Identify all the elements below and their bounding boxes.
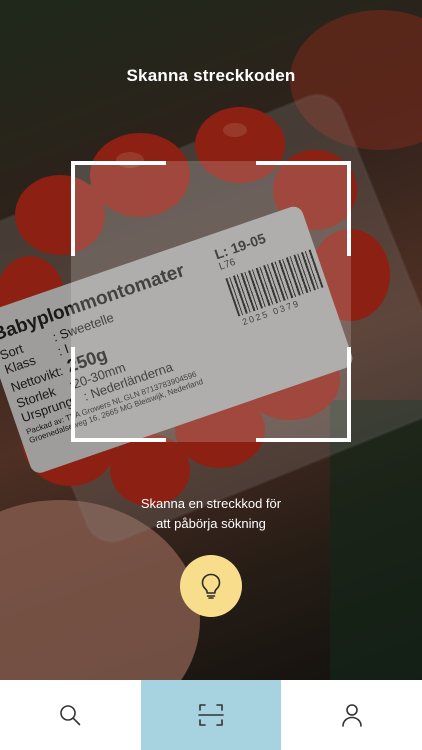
page-title: Skanna streckkoden xyxy=(126,66,296,85)
scan-frame-corner-top-left xyxy=(71,161,166,256)
search-icon xyxy=(60,705,81,726)
tab-search[interactable] xyxy=(0,680,141,750)
tab-scan[interactable] xyxy=(140,680,282,750)
user-icon xyxy=(341,704,362,727)
scan-frame-corner-bottom-right xyxy=(256,347,351,442)
scan-frame-corner-top-right xyxy=(256,161,351,256)
scan-icon xyxy=(198,704,224,726)
scan-frame-corner-bottom-left xyxy=(71,347,166,442)
tab-bar xyxy=(0,680,422,750)
scan-hint-line-1: Skanna en streckkod för xyxy=(140,496,282,511)
scan-hint-line-2: att påbörja sökning xyxy=(156,516,266,531)
scanner-screen: Babyplommontomater Sort : Sweetelle Klas… xyxy=(0,0,422,750)
scan-hint: Skanna en streckkod för att påbörja sökn… xyxy=(111,494,311,534)
tab-profile[interactable] xyxy=(281,680,422,750)
lightbulb-icon xyxy=(201,573,221,599)
flashlight-button[interactable] xyxy=(180,555,242,617)
